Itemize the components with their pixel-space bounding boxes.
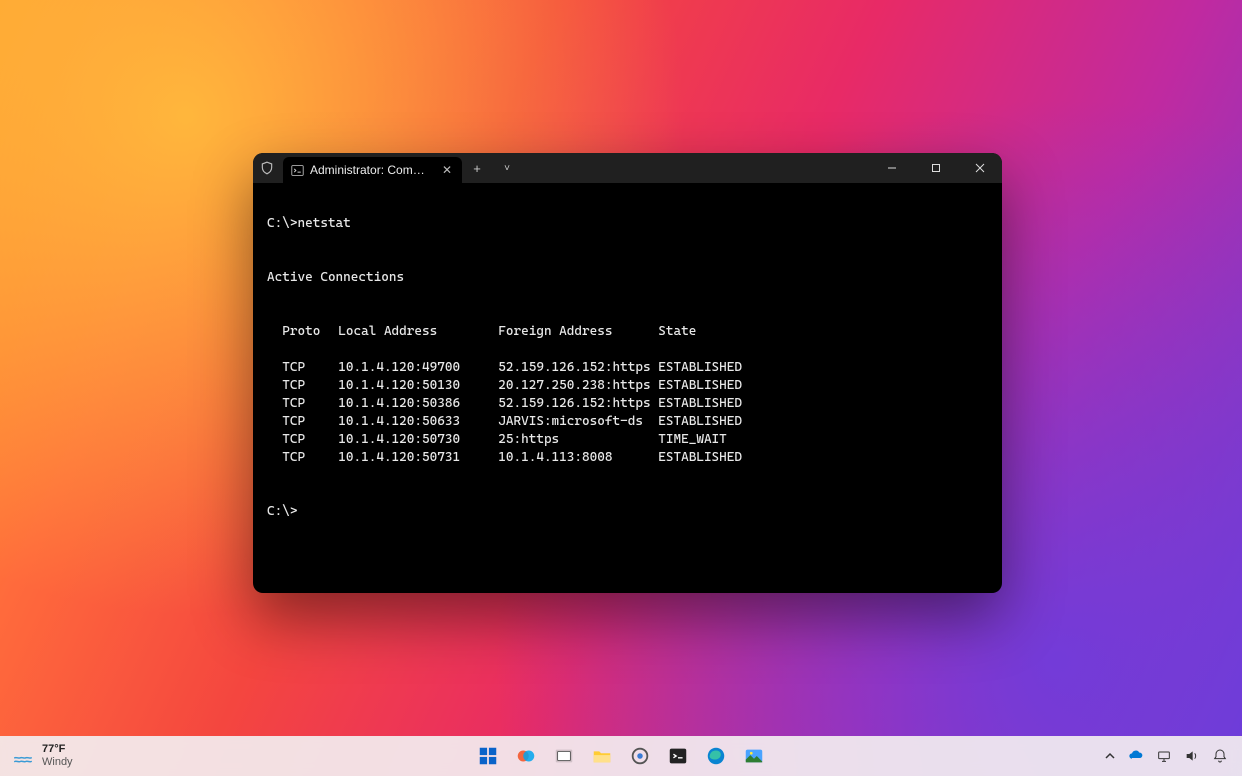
netstat-row: TCP10.1.4.120:5073110.1.4.113:8008ESTABL…	[267, 449, 988, 467]
netstat-header: Active Connections	[267, 269, 988, 287]
new-tab-button[interactable]: +	[462, 153, 492, 183]
weather-widget[interactable]: 77°F Windy	[0, 743, 73, 769]
network-icon[interactable]	[1156, 748, 1172, 764]
onedrive-icon[interactable]	[1128, 748, 1144, 764]
shield-icon	[253, 153, 281, 183]
netstat-row: TCP10.1.4.120:50633JARVIS:microsoft-dsES…	[267, 413, 988, 431]
close-button[interactable]	[958, 153, 1002, 183]
netstat-row: TCP10.1.4.120:5013020.127.250.238:httpsE…	[267, 377, 988, 395]
tab-command-prompt[interactable]: Administrator: Command Pro ✕	[283, 157, 462, 183]
edge-icon[interactable]	[702, 742, 730, 770]
system-tray	[1104, 748, 1242, 764]
copilot-icon[interactable]	[512, 742, 540, 770]
window-titlebar[interactable]: Administrator: Command Pro ✕ + ˅	[253, 153, 1002, 183]
titlebar-drag-region[interactable]	[522, 153, 870, 183]
file-explorer-icon[interactable]	[588, 742, 616, 770]
weather-temp: 77°F	[42, 743, 73, 756]
start-button[interactable]	[474, 742, 502, 770]
tab-dropdown-button[interactable]: ˅	[492, 153, 522, 183]
netstat-columns: ProtoLocal AddressForeign AddressState	[267, 323, 988, 341]
prompt-line: C:\>	[267, 503, 988, 521]
tab-close-button[interactable]: ✕	[438, 163, 456, 177]
tab-title: Administrator: Command Pro	[310, 163, 430, 177]
netstat-row: TCP10.1.4.120:5038652.159.126.152:httpsE…	[267, 395, 988, 413]
task-view-icon[interactable]	[550, 742, 578, 770]
desktop-wallpaper: Administrator: Command Pro ✕ + ˅ C:\>net…	[0, 0, 1242, 776]
weather-condition: Windy	[42, 756, 73, 769]
notification-icon[interactable]	[1212, 748, 1228, 764]
photos-icon[interactable]	[740, 742, 768, 770]
settings-icon[interactable]	[626, 742, 654, 770]
minimize-button[interactable]	[870, 153, 914, 183]
cmd-icon	[291, 164, 304, 177]
maximize-button[interactable]	[914, 153, 958, 183]
netstat-row: TCP10.1.4.120:5073025:httpsTIME_WAIT	[267, 431, 988, 449]
volume-icon[interactable]	[1184, 748, 1200, 764]
tray-chevron-icon[interactable]	[1104, 750, 1116, 762]
terminal-window: Administrator: Command Pro ✕ + ˅ C:\>net…	[253, 153, 1002, 593]
taskbar: 77°F Windy	[0, 736, 1242, 776]
terminal-output[interactable]: C:\>netstat Active Connections ProtoLoca…	[253, 183, 1002, 571]
netstat-row: TCP10.1.4.120:4970052.159.126.152:httpsE…	[267, 359, 988, 377]
weather-icon	[12, 745, 34, 767]
terminal-icon[interactable]	[664, 742, 692, 770]
prompt-line: C:\>netstat	[267, 215, 988, 233]
